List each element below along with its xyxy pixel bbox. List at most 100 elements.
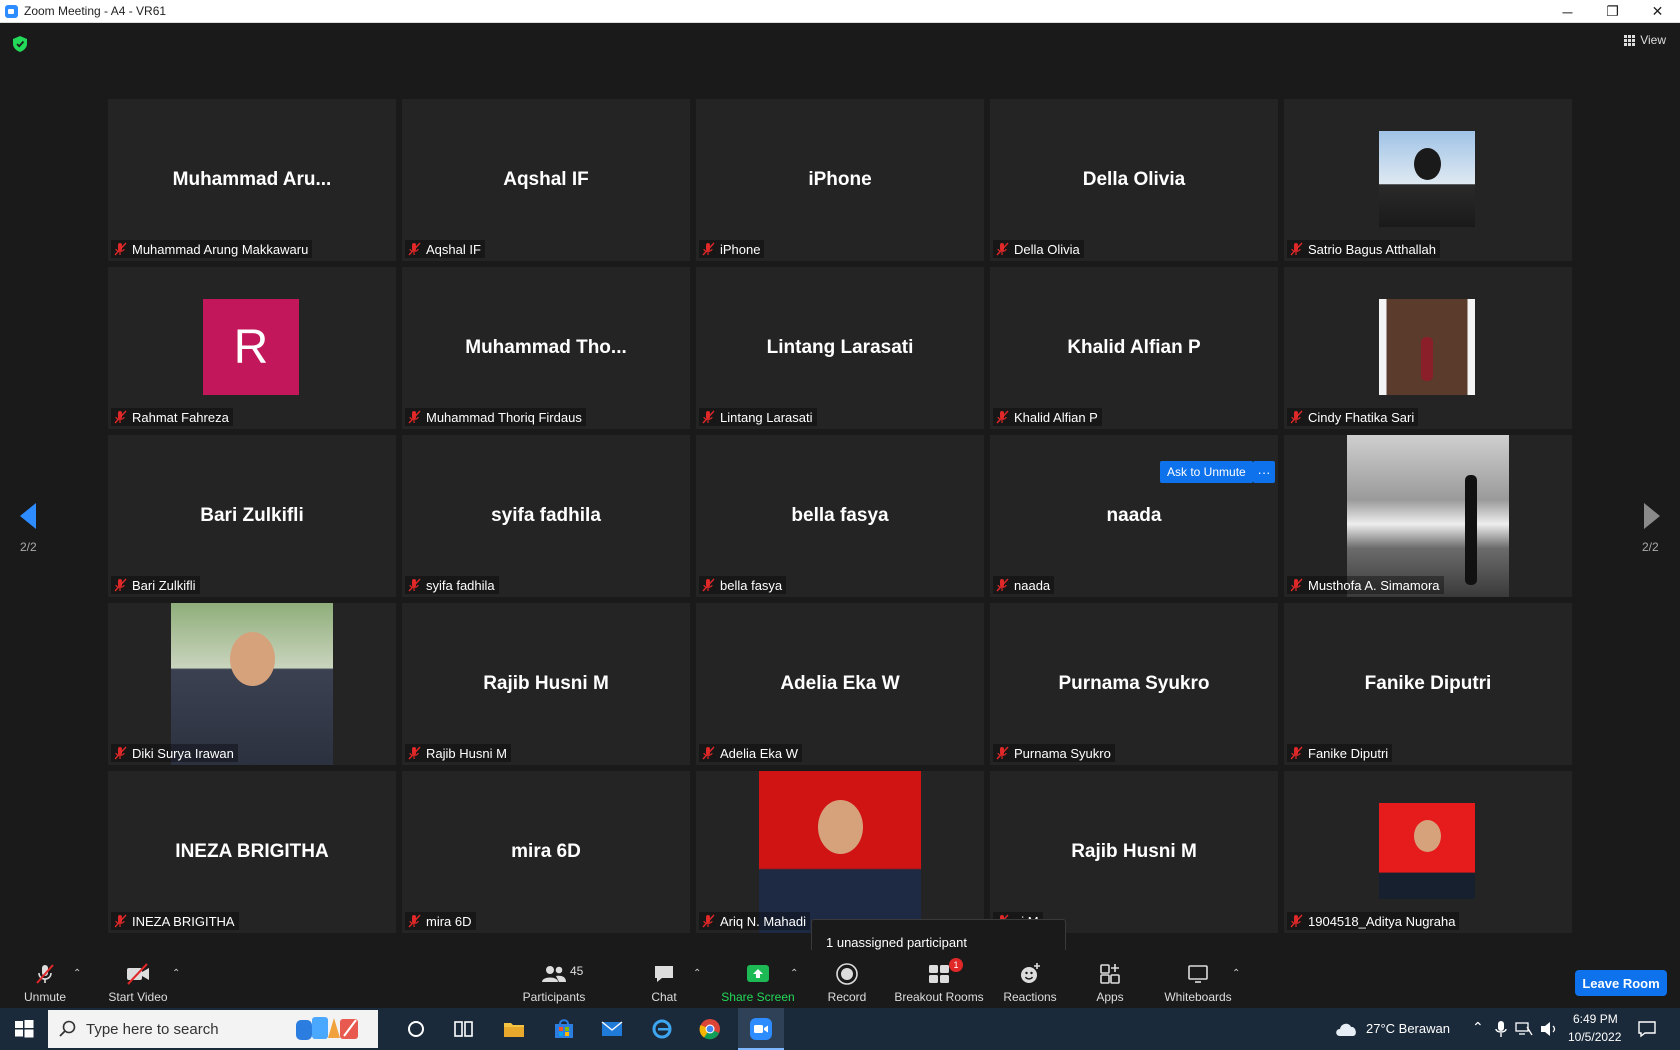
chat-options-caret[interactable]: ⌃ bbox=[693, 968, 701, 979]
restore-button[interactable]: ❐ bbox=[1590, 0, 1635, 23]
ask-to-unmute-button[interactable]: Ask to Unmute bbox=[1160, 461, 1253, 483]
whiteboards-button[interactable]: Whiteboards bbox=[1163, 950, 1233, 1008]
muted-microphone-icon bbox=[996, 410, 1009, 424]
whiteboards-label: Whiteboards bbox=[1164, 990, 1232, 1004]
close-button[interactable]: ✕ bbox=[1635, 0, 1680, 23]
page-indicator-left: 2/2 bbox=[20, 540, 37, 554]
volume-icon[interactable] bbox=[1540, 1021, 1558, 1037]
zoom-taskbar-button[interactable] bbox=[738, 1008, 784, 1050]
participant-tile[interactable]: Della Olivia Della Olivia bbox=[990, 99, 1278, 261]
clock-date[interactable]: 10/5/2022 bbox=[1568, 1030, 1621, 1044]
participant-tile[interactable]: bella fasya bella fasya bbox=[696, 435, 984, 597]
participant-tile[interactable]: Musthofa A. Simamora bbox=[1284, 435, 1572, 597]
weather-cloud-icon[interactable] bbox=[1334, 1019, 1360, 1039]
muted-microphone-icon bbox=[702, 242, 715, 256]
person-head-shape bbox=[818, 800, 863, 854]
task-view-icon[interactable] bbox=[452, 1017, 476, 1041]
audio-options-caret[interactable]: ⌃ bbox=[73, 968, 81, 979]
next-page-arrow-icon[interactable] bbox=[1642, 501, 1662, 531]
muted-microphone-icon bbox=[408, 746, 421, 760]
person-shape bbox=[1421, 337, 1433, 381]
participant-photo bbox=[1379, 299, 1475, 395]
participant-tile[interactable]: Purnama Syukro Purnama Syukro bbox=[990, 603, 1278, 765]
share-screen-button[interactable]: Share Screen bbox=[720, 950, 796, 1008]
video-off-icon bbox=[127, 963, 149, 985]
participant-photo bbox=[1379, 131, 1475, 227]
previous-page-arrow-icon[interactable] bbox=[18, 501, 38, 531]
leave-room-button[interactable]: Leave Room bbox=[1575, 970, 1667, 996]
windows-start-icon[interactable] bbox=[12, 1017, 36, 1041]
participant-name-label: Purnama Syukro bbox=[993, 744, 1115, 762]
encryption-shield-icon[interactable] bbox=[13, 36, 27, 52]
participant-tile[interactable]: Diki Surya Irawan bbox=[108, 603, 396, 765]
video-options-caret[interactable]: ⌃ bbox=[172, 968, 180, 979]
muted-microphone-icon bbox=[1290, 410, 1303, 424]
participant-tile[interactable]: syifa fadhila syifa fadhila bbox=[402, 435, 690, 597]
zoom-app-icon bbox=[750, 1018, 772, 1040]
participant-tile[interactable]: Aqshal IF Aqshal IF bbox=[402, 99, 690, 261]
cortana-icon[interactable] bbox=[404, 1017, 428, 1041]
file-explorer-icon[interactable] bbox=[502, 1017, 526, 1041]
taskbar-search-box[interactable]: Type here to search bbox=[48, 1010, 378, 1048]
participant-name-text: Cindy Fhatika Sari bbox=[1308, 409, 1415, 425]
mail-icon[interactable] bbox=[600, 1017, 624, 1041]
participant-name-label: Della Olivia bbox=[993, 240, 1084, 258]
view-button[interactable]: View bbox=[1624, 33, 1666, 47]
search-placeholder: Type here to search bbox=[86, 1020, 219, 1038]
more-options-button[interactable]: ··· bbox=[1253, 461, 1275, 483]
participant-tile[interactable]: Bari Zulkifli Bari Zulkifli bbox=[108, 435, 396, 597]
participant-tile[interactable]: iPhone iPhone bbox=[696, 99, 984, 261]
participant-tile[interactable]: Muhammad Tho... Muhammad Thoriq Firdaus bbox=[402, 267, 690, 429]
google-chrome-icon[interactable] bbox=[698, 1017, 722, 1041]
whiteboards-options-caret[interactable]: ⌃ bbox=[1232, 968, 1240, 979]
participant-tile[interactable]: Khalid Alfian P Khalid Alfian P bbox=[990, 267, 1278, 429]
chat-button[interactable]: Chat bbox=[648, 950, 680, 1008]
participant-tile[interactable]: Fanike Diputri Fanike Diputri bbox=[1284, 603, 1572, 765]
start-video-button[interactable]: Start Video bbox=[106, 950, 170, 1008]
network-icon[interactable] bbox=[1515, 1021, 1533, 1037]
participant-tile[interactable]: INEZA BRIGITHA INEZA BRIGITHA bbox=[108, 771, 396, 933]
record-icon bbox=[836, 963, 858, 985]
participant-photo bbox=[171, 603, 333, 765]
unmute-button[interactable]: Unmute bbox=[20, 950, 70, 1008]
participant-tile[interactable]: Muhammad Aru... Muhammad Arung Makkawaru bbox=[108, 99, 396, 261]
notification-center-icon[interactable] bbox=[1637, 1020, 1657, 1038]
participant-tile[interactable]: Satrio Bagus Atthallah bbox=[1284, 99, 1572, 261]
microsoft-store-icon[interactable] bbox=[552, 1017, 576, 1041]
participant-tile[interactable]: Rajib Husni Mni M bbox=[990, 771, 1278, 933]
minimize-button[interactable]: ─ bbox=[1545, 0, 1590, 23]
internet-explorer-icon[interactable] bbox=[650, 1017, 674, 1041]
muted-microphone-icon bbox=[1290, 242, 1303, 256]
participant-tile[interactable]: naada naada bbox=[990, 435, 1278, 597]
participant-name-text: Rahmat Fahreza bbox=[132, 409, 229, 425]
participant-tile[interactable]: mira 6D mira 6D bbox=[402, 771, 690, 933]
participant-tile[interactable]: Lintang Larasati Lintang Larasati bbox=[696, 267, 984, 429]
participant-name-text: Adelia Eka W bbox=[720, 745, 799, 761]
participant-photo bbox=[759, 771, 921, 933]
participant-tile[interactable]: 1904518_Aditya Nugraha bbox=[1284, 771, 1572, 933]
show-hidden-icons-chevron-icon[interactable]: ⌃ bbox=[1472, 1019, 1484, 1036]
weather-text[interactable]: 27°C Berawan bbox=[1366, 1021, 1450, 1036]
windows-taskbar: Type here to search 27°C Berawan ⌃ 6:49 … bbox=[0, 1008, 1680, 1050]
participant-tile[interactable]: Cindy Fhatika Sari bbox=[1284, 267, 1572, 429]
share-options-caret[interactable]: ⌃ bbox=[790, 968, 798, 979]
participant-tile[interactable]: Ariq N. Mahadi bbox=[696, 771, 984, 933]
microphone-tray-icon[interactable] bbox=[1494, 1020, 1508, 1038]
share-screen-icon bbox=[747, 965, 769, 982]
muted-microphone-icon bbox=[702, 410, 715, 424]
participant-name-text: Della Olivia bbox=[1014, 241, 1080, 257]
reactions-button[interactable]: Reactions bbox=[1002, 950, 1058, 1008]
apps-button[interactable]: Apps bbox=[1095, 950, 1125, 1008]
participant-tile[interactable]: R Rahmat Fahreza bbox=[108, 267, 396, 429]
participant-name-text: Diki Surya Irawan bbox=[132, 745, 234, 761]
participant-tile[interactable]: Adelia Eka W Adelia Eka W bbox=[696, 603, 984, 765]
breakout-rooms-button[interactable]: Breakout Rooms bbox=[894, 950, 984, 1008]
participants-button[interactable]: Participants bbox=[520, 950, 588, 1008]
participant-name-label: Khalid Alfian P bbox=[993, 408, 1102, 426]
muted-microphone-icon bbox=[702, 914, 715, 928]
muted-microphone-icon bbox=[114, 578, 127, 592]
clock-time[interactable]: 6:49 PM bbox=[1573, 1012, 1618, 1026]
record-button[interactable]: Record bbox=[826, 950, 868, 1008]
participant-name-text: INEZA BRIGITHA bbox=[132, 913, 235, 929]
participant-tile[interactable]: Rajib Husni M Rajib Husni M bbox=[402, 603, 690, 765]
